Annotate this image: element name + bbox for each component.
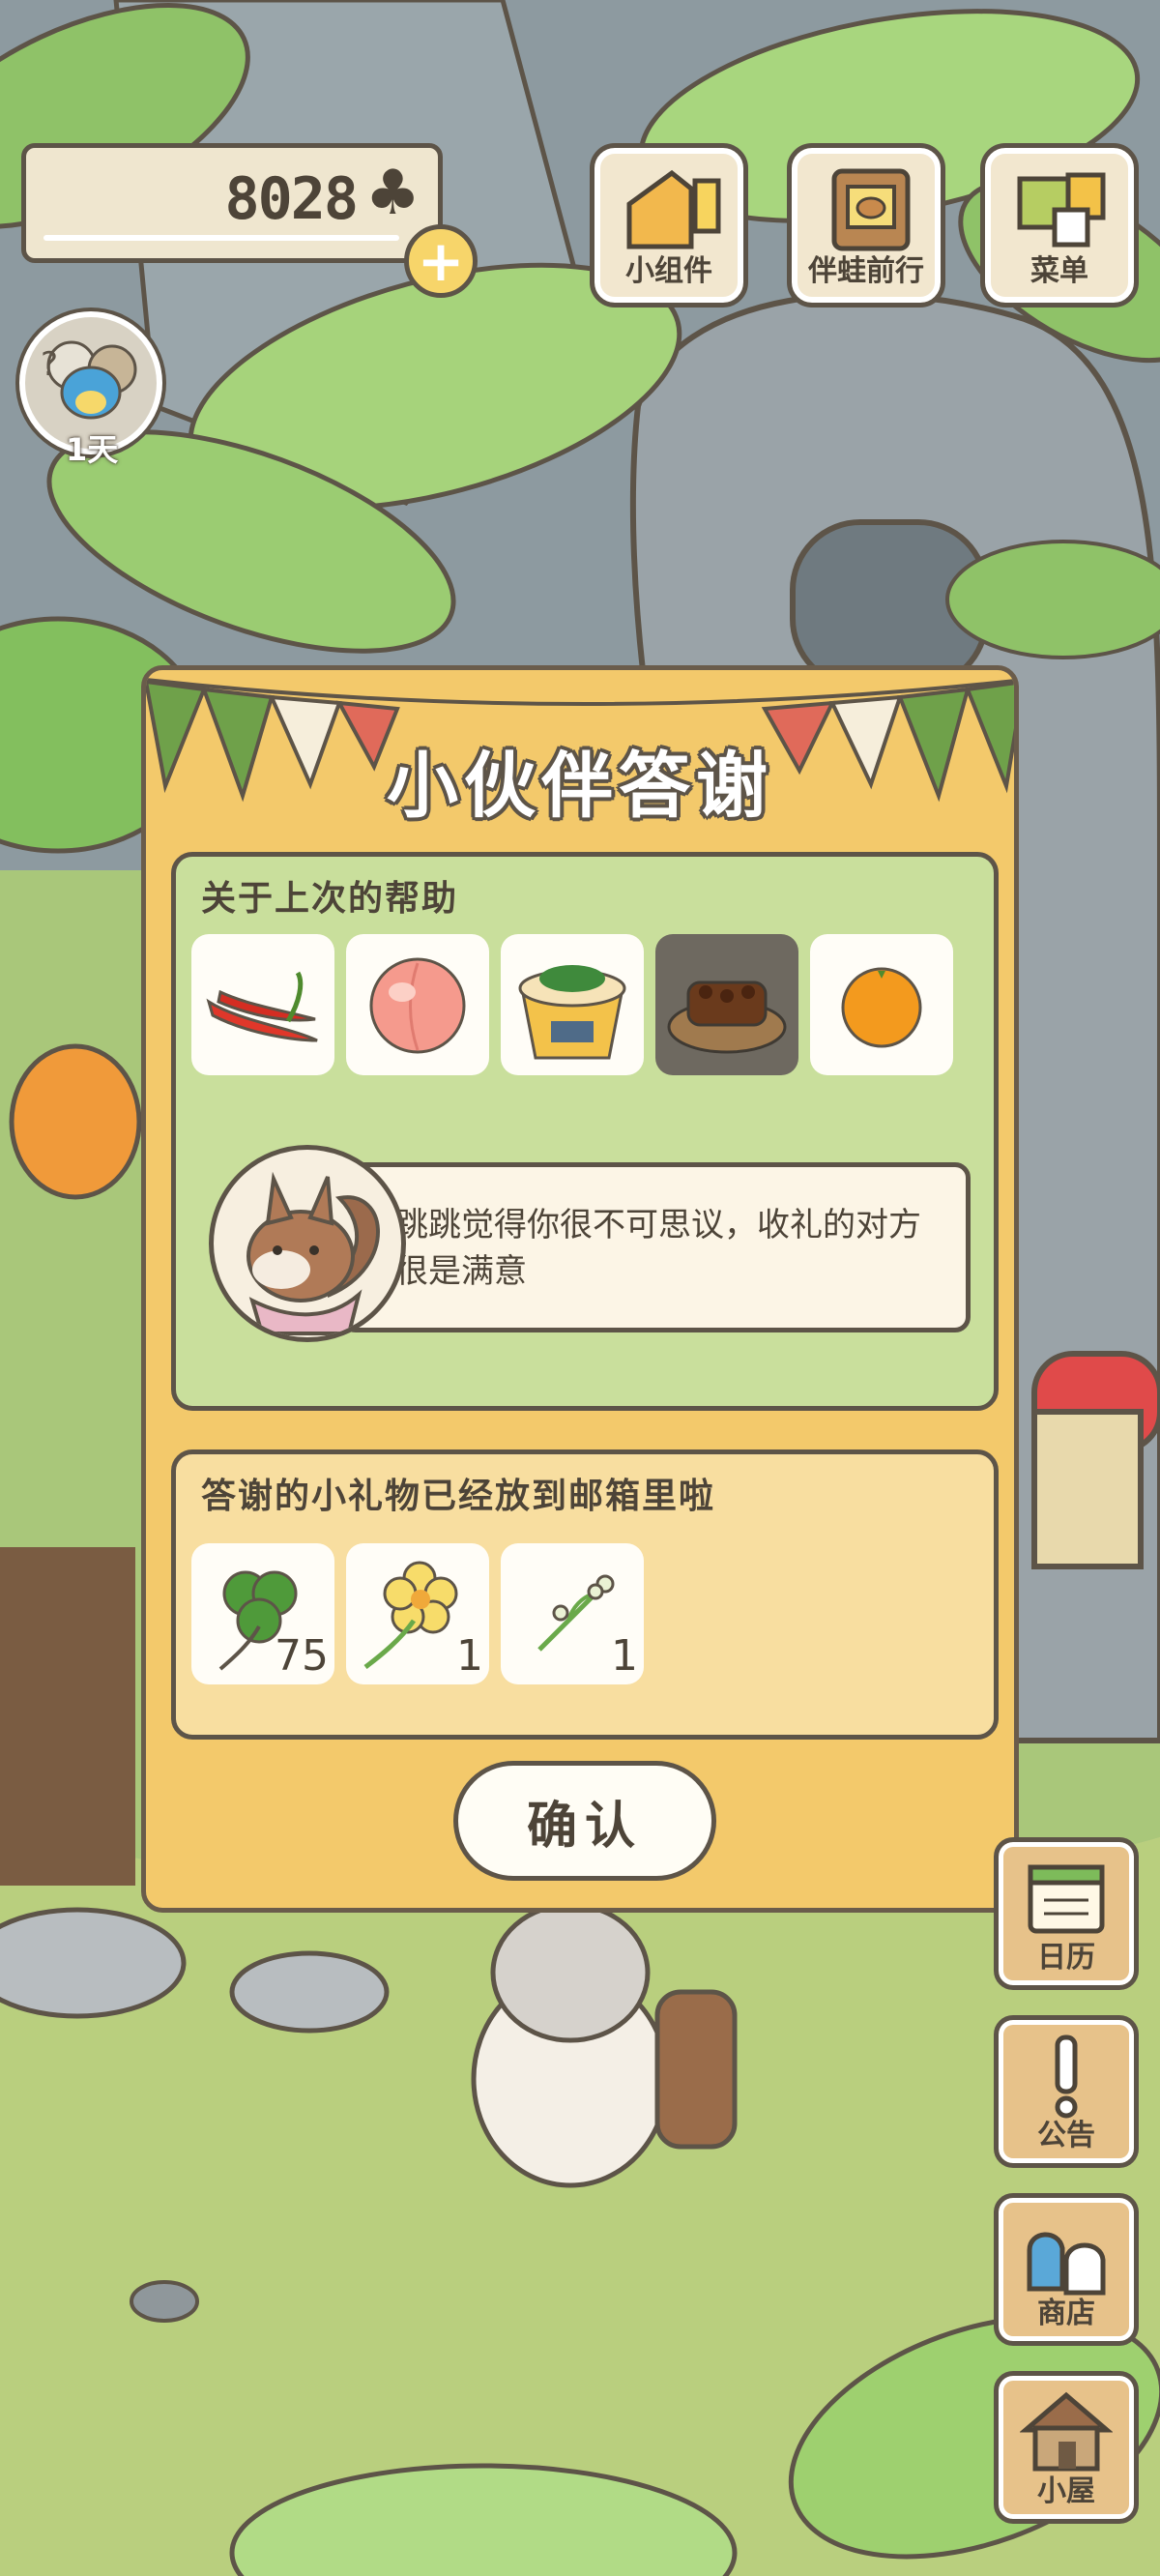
squirrel-portrait [209,1145,406,1342]
orange-icon [841,967,922,1048]
chili-pepper-icon [206,971,318,1042]
gift-qty: 1 [456,1631,483,1681]
gift-item[interactable]: 1 [501,1543,644,1684]
help-item[interactable] [501,934,644,1075]
journey-label: 伴蛙前行 [808,254,924,288]
house-label: 小屋 [1037,2474,1095,2508]
house-button[interactable]: 小屋 [994,2371,1139,2524]
house-icon [1020,2391,1113,2472]
partner-thanks-dialog: 小伙伴答谢 关于上次的帮助 跳跳觉得你很不可思议，收礼的对方很是满意 答谢的小礼… [141,665,1019,1913]
help-item[interactable] [346,934,489,1075]
help-section-heading: 关于上次的帮助 [201,879,459,919]
svg-text:?: ? [41,345,58,384]
widget-button[interactable]: 小组件 [590,143,748,307]
menu-icon [1017,172,1106,248]
peach-icon [369,957,466,1054]
gift-item[interactable]: 75 [191,1543,334,1684]
help-item-selected[interactable] [655,934,798,1075]
widget-icon [626,169,721,249]
journey-book-icon [831,168,911,251]
help-item[interactable] [810,934,953,1075]
add-clover-button[interactable]: + [404,224,478,298]
gift-item[interactable]: 1 [346,1543,489,1684]
confirm-button[interactable]: 确认 [453,1761,716,1881]
menu-label: 菜单 [1030,254,1088,288]
gift-qty: 1 [611,1631,638,1681]
help-section: 关于上次的帮助 跳跳觉得你很不可思议，收礼的对方很是满意 [171,852,999,1411]
help-item[interactable] [191,934,334,1075]
shop-bag-icon [1027,2232,1106,2296]
grilled-meat-plate-icon [667,981,787,1054]
clover-counter: 8028 ♣ [21,143,443,263]
shop-button[interactable]: 商店 [994,2193,1139,2346]
clover-count: 8028 [224,165,359,233]
gift-qty: 75 [275,1631,329,1681]
gift-section-heading: 答谢的小礼物已经放到邮箱里啦 [201,1477,716,1516]
clover-underline [44,235,399,241]
thanks-message: 跳跳觉得你很不可思议，收礼的对方很是满意 [395,1206,921,1291]
menu-button[interactable]: 菜单 [980,143,1139,307]
calendar-label: 日历 [1037,1941,1095,1975]
noodle-cup-icon [518,965,626,1060]
journey-button[interactable]: 伴蛙前行 [787,143,945,307]
dialog-title: 小伙伴答谢 [387,745,773,828]
calendar-icon [1028,1864,1105,1934]
notice-button[interactable]: 公告 [994,2015,1139,2168]
gift-section: 答谢的小礼物已经放到邮箱里啦 75 1 1 [171,1449,999,1740]
clover-symbol-icon: ♣ [364,158,420,229]
notice-label: 公告 [1037,2119,1095,2152]
shop-label: 商店 [1037,2297,1095,2330]
notice-icon [1055,2034,1078,2119]
days-label: 1天 [66,431,119,468]
message-bubble: 跳跳觉得你很不可思议，收礼的对方很是满意 [340,1162,971,1332]
widget-label: 小组件 [625,254,712,288]
calendar-button[interactable]: 日历 [994,1837,1139,1990]
squirrel-icon [246,1171,380,1335]
